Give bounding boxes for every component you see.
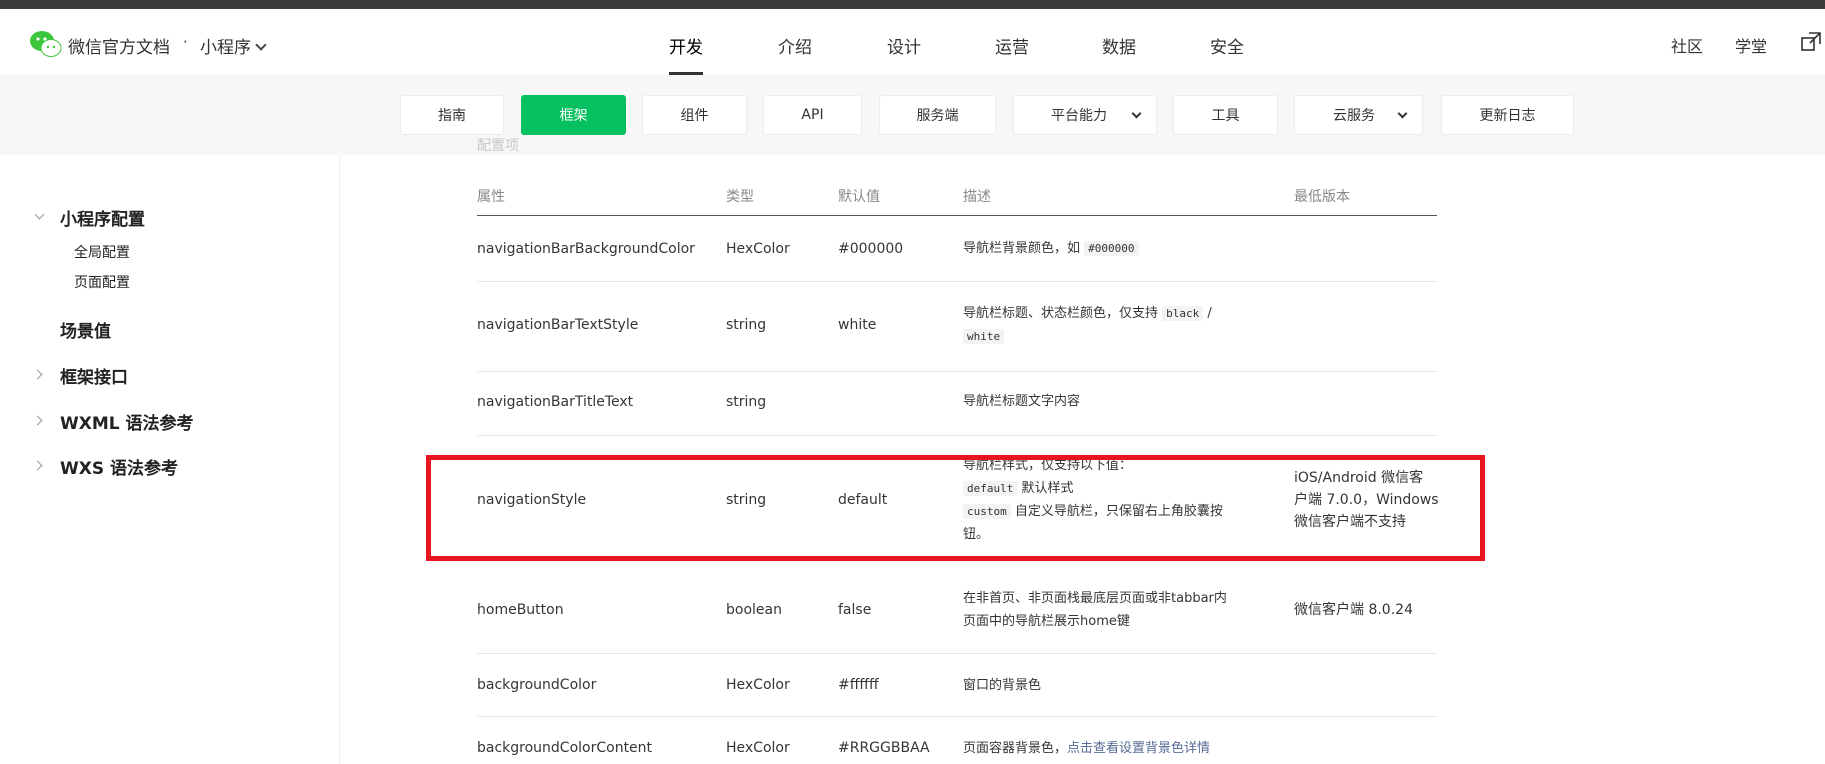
sidebar-item-wxs[interactable]: WXS 语法参考 — [60, 454, 178, 479]
row6-type: HexColor — [726, 740, 790, 756]
academy-link[interactable]: 学堂 — [1735, 33, 1767, 57]
subnav-platform[interactable]: 平台能力 — [1013, 95, 1157, 135]
nav-operation[interactable]: 运营 — [995, 33, 1029, 58]
row4-default: false — [838, 602, 872, 618]
row6-prop: backgroundColorContent — [477, 740, 653, 756]
nav-data[interactable]: 数据 — [1102, 33, 1136, 58]
row1-desc-code-white: white — [963, 329, 1005, 344]
row2-type: string — [726, 394, 767, 410]
brand-separator: · — [183, 33, 188, 51]
row2-prop: navigationBarTitleText — [477, 394, 634, 410]
product-switcher[interactable]: 小程序 — [200, 33, 267, 58]
subnav-components[interactable]: 组件 — [642, 95, 747, 135]
row1-type: string — [726, 317, 767, 333]
chevron-down-icon — [255, 39, 267, 51]
row0-prop: navigationBarBackgroundColor — [477, 241, 695, 257]
product-label: 小程序 — [200, 38, 251, 58]
external-window-icon[interactable] — [1800, 31, 1822, 53]
top-header: 微信官方文档 · 小程序 开发 介绍 设计 运营 数据 安全 社区 学堂 — [0, 9, 1825, 75]
row6-desc-text: 页面容器背景色， — [963, 741, 1068, 756]
row1-desc-code-black: black — [1162, 306, 1204, 321]
sidebar-item-global-config[interactable]: 全局配置 — [74, 242, 130, 262]
subnav-server[interactable]: 服务端 — [879, 95, 996, 135]
row5-prop: backgroundColor — [477, 677, 597, 693]
th-default: 默认值 — [838, 189, 880, 205]
row1-default: white — [838, 317, 877, 333]
nav-security[interactable]: 安全 — [1210, 33, 1244, 58]
row-divider — [477, 371, 1437, 372]
row0-type: HexColor — [726, 241, 790, 257]
subnav-api[interactable]: API — [763, 95, 862, 135]
row6-default: #RRGGBBAA — [838, 740, 930, 756]
community-link[interactable]: 社区 — [1671, 33, 1703, 57]
sidebar-section-config[interactable]: 小程序配置 — [60, 205, 145, 230]
row4-desc: 在非首页、非页面栈最底层页面或非tabbar内 页面中的导航栏展示home键 — [963, 587, 1253, 633]
chevron-down-icon — [1397, 108, 1408, 119]
th-type: 类型 — [726, 189, 754, 205]
row4-version: 微信客户端 8.0.24 — [1294, 602, 1413, 618]
th-prop: 属性 — [477, 189, 505, 205]
brand-title[interactable]: 微信官方文档 — [68, 33, 170, 58]
row4-desc-l1: 在非首页、非页面栈最底层页面或非tabbar内 — [963, 591, 1227, 606]
row4-prop: homeButton — [477, 602, 564, 618]
subnav-platform-label: 平台能力 — [1051, 108, 1107, 124]
chevron-down-icon — [1131, 108, 1142, 119]
section-heading-partial: 配置项 — [477, 138, 519, 154]
nav-design[interactable]: 设计 — [887, 33, 921, 58]
row1-desc-sep: / — [1207, 306, 1212, 321]
row1-prop: navigationBarTextStyle — [477, 317, 639, 333]
sidebar-item-scene[interactable]: 场景值 — [60, 317, 111, 342]
row2-desc: 导航栏标题文字内容 — [963, 394, 1081, 409]
sidebar-item-page-config[interactable]: 页面配置 — [74, 272, 130, 292]
row5-type: HexColor — [726, 677, 790, 693]
row-divider — [477, 281, 1437, 282]
row0-desc: 导航栏背景颜色，如 #000000 — [963, 237, 1139, 260]
th-version: 最低版本 — [1294, 189, 1350, 205]
subnav-tools[interactable]: 工具 — [1173, 95, 1278, 135]
row1-desc-text: 导航栏标题、状态栏颜色，仅支持 — [963, 306, 1159, 321]
row0-desc-text: 导航栏背景颜色，如 — [963, 241, 1081, 256]
subnav-framework[interactable]: 框架 — [521, 95, 626, 135]
sidebar-item-wxml[interactable]: WXML 语法参考 — [60, 409, 194, 434]
nav-intro[interactable]: 介绍 — [778, 33, 812, 58]
subnav-changelog[interactable]: 更新日志 — [1441, 95, 1574, 135]
table-header-divider — [477, 215, 1437, 216]
row1-desc: 导航栏标题、状态栏颜色，仅支持 black / white — [963, 302, 1253, 348]
row6-desc: 页面容器背景色，点击查看设置背景色详情 — [963, 737, 1210, 760]
subnav-cloud-label: 云服务 — [1333, 108, 1375, 124]
th-desc: 描述 — [963, 189, 991, 205]
bg-color-details-link[interactable]: 点击查看设置背景色详情 — [1067, 741, 1210, 756]
row5-desc: 窗口的背景色 — [963, 678, 1042, 693]
row4-desc-l2: 页面中的导航栏展示home键 — [963, 614, 1130, 629]
subnav-guide[interactable]: 指南 — [400, 95, 504, 135]
row5-default: #ffffff — [838, 677, 879, 693]
row4-type: boolean — [726, 602, 782, 618]
row0-desc-code: #000000 — [1084, 241, 1139, 256]
browser-top-strip — [0, 0, 1825, 9]
row0-default: #000000 — [838, 241, 904, 257]
subnav-cloud[interactable]: 云服务 — [1294, 95, 1423, 135]
wechat-logo-icon[interactable] — [29, 29, 63, 59]
nav-dev[interactable]: 开发 — [669, 33, 703, 58]
highlight-annotation-box — [426, 455, 1485, 561]
row-divider — [477, 435, 1437, 436]
row-divider — [477, 653, 1437, 654]
sidebar-item-framework-api[interactable]: 框架接口 — [60, 363, 128, 388]
row-divider — [477, 716, 1437, 717]
